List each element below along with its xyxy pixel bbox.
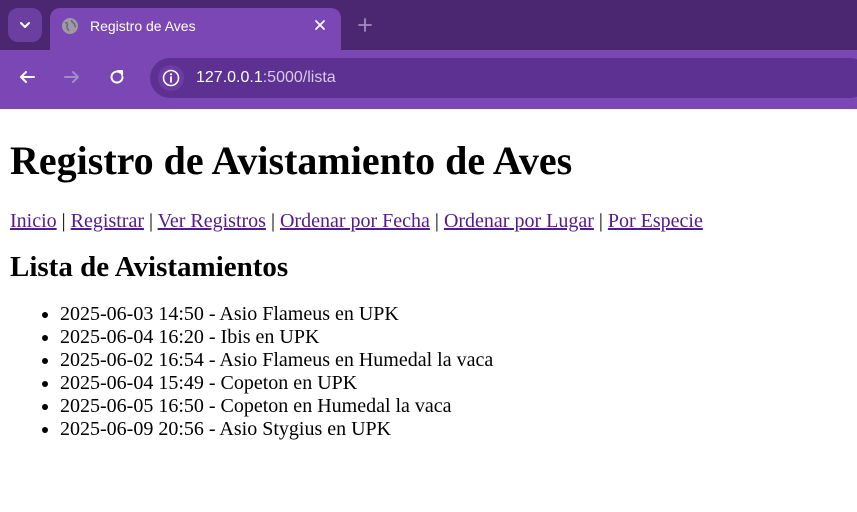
- nav-link-registrar[interactable]: Registrar: [71, 210, 144, 232]
- nav-separator: |: [270, 210, 275, 232]
- address-bar[interactable]: 127.0.0.1:5000/lista: [150, 58, 857, 98]
- main-nav: Inicio | Registrar | Ver Registros | Ord…: [10, 209, 850, 233]
- nav-link-ordenar-fecha[interactable]: Ordenar por Fecha: [280, 210, 430, 232]
- arrow-right-icon: [64, 71, 79, 83]
- reload-icon: [110, 70, 124, 84]
- chevron-down-icon: [20, 22, 30, 28]
- globe-icon: [62, 18, 78, 34]
- list-item: 2025-06-02 16:54 - Asio Flameus en Humed…: [60, 349, 850, 372]
- tab-title: Registro de Aves: [90, 18, 196, 34]
- nav-separator: |: [598, 210, 603, 232]
- nav-link-por-especie[interactable]: Por Especie: [608, 210, 703, 232]
- nav-separator: |: [61, 210, 66, 232]
- info-icon: [162, 69, 180, 87]
- list-item: 2025-06-04 16:20 - Ibis en UPK: [60, 326, 850, 349]
- page-content: Registro de Avistamiento de Aves Inicio …: [10, 109, 850, 441]
- url-text[interactable]: 127.0.0.1:5000/lista: [196, 68, 336, 88]
- section-title: Lista de Avistamientos: [10, 251, 289, 283]
- active-tab[interactable]: Registro de Aves: [50, 8, 341, 50]
- list-item: 2025-06-05 16:50 - Copeton en Humedal la…: [60, 395, 850, 418]
- close-tab-button[interactable]: [310, 15, 330, 35]
- nav-separator: |: [434, 210, 439, 232]
- nav-separator: |: [148, 210, 153, 232]
- url-path: :5000/lista: [262, 69, 336, 86]
- browser-toolbar: 127.0.0.1:5000/lista: [0, 50, 857, 105]
- page-title: Registro de Avistamiento de Aves: [10, 138, 573, 183]
- new-tab-button[interactable]: [355, 15, 375, 35]
- forward-button[interactable]: [59, 64, 85, 90]
- nav-link-ordenar-lugar[interactable]: Ordenar por Lugar: [444, 210, 594, 232]
- list-item: 2025-06-04 15:49 - Copeton en UPK: [60, 372, 850, 395]
- sightings-list: 2025-06-03 14:50 - Asio Flameus en UPK 2…: [10, 303, 850, 441]
- close-icon: [315, 20, 325, 30]
- plus-icon: [358, 18, 372, 32]
- list-item: 2025-06-03 14:50 - Asio Flameus en UPK: [60, 303, 850, 326]
- site-info-button[interactable]: [158, 65, 184, 91]
- reload-button[interactable]: [104, 64, 130, 90]
- nav-link-inicio[interactable]: Inicio: [10, 210, 57, 232]
- list-item: 2025-06-09 20:56 - Asio Stygius en UPK: [60, 418, 850, 441]
- nav-link-ver-registros[interactable]: Ver Registros: [158, 210, 266, 232]
- arrow-left-icon: [20, 71, 35, 83]
- tab-strip: Registro de Aves: [0, 0, 857, 50]
- tab-search-button[interactable]: [8, 8, 42, 42]
- url-host: 127.0.0.1: [196, 69, 263, 86]
- back-button[interactable]: [14, 64, 40, 90]
